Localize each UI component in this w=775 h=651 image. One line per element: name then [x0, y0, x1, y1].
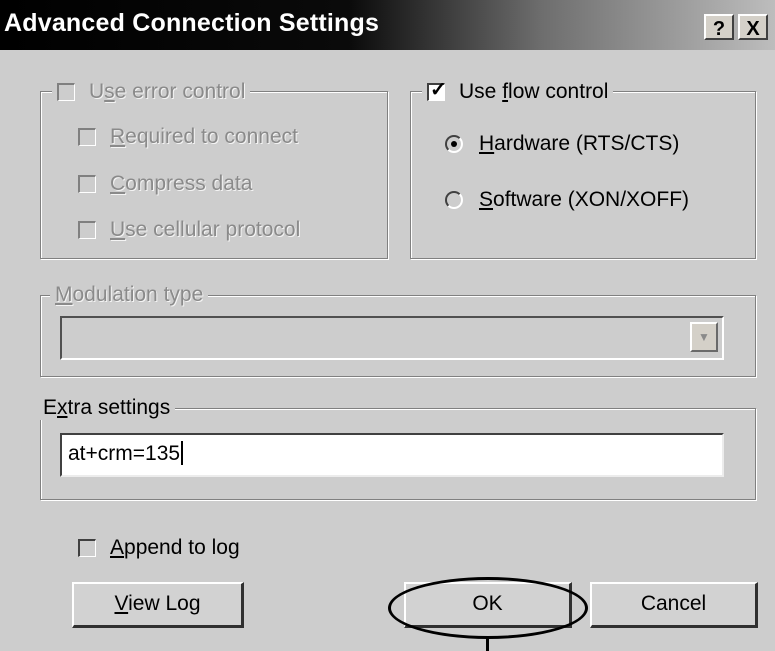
help-button[interactable]: ?: [704, 14, 734, 40]
extra-settings-label: Extra settings: [38, 396, 176, 420]
software-radio[interactable]: [445, 191, 463, 209]
check-icon: ✓: [430, 79, 447, 101]
use-error-control-checkbox[interactable]: [57, 83, 75, 101]
modulation-type-dropdown[interactable]: ▼: [60, 316, 724, 360]
compress-data-label: Compress data: [110, 172, 253, 195]
text-caret: [181, 441, 184, 465]
use-cellular-protocol-label: Use cellular protocol: [110, 218, 301, 241]
modulation-type-label: Modulation type: [50, 283, 209, 307]
use-flow-control-label: Use flow control: [459, 80, 609, 103]
append-to-log-label: Append to log: [110, 536, 240, 559]
title-bar[interactable]: Advanced Connection Settings ? X: [0, 0, 775, 50]
hardware-radio[interactable]: [445, 135, 463, 153]
use-error-control-label: Use error control: [89, 80, 246, 103]
chevron-down-icon[interactable]: ▼: [690, 322, 718, 352]
extra-settings-input[interactable]: at+crm=135: [60, 433, 724, 477]
hardware-radio-label: Hardware (RTS/CTS): [479, 132, 680, 155]
use-cellular-protocol-checkbox[interactable]: [78, 221, 96, 239]
window-title: Advanced Connection Settings: [4, 9, 380, 37]
view-log-button[interactable]: View Log: [72, 582, 244, 628]
use-flow-control-checkbox[interactable]: ✓: [427, 79, 447, 101]
highlight-pointer-line: [486, 638, 489, 651]
compress-data-checkbox[interactable]: [78, 175, 96, 193]
required-to-connect-checkbox[interactable]: [78, 128, 96, 146]
extra-settings-value: at+crm=135: [68, 442, 181, 465]
close-button[interactable]: X: [738, 14, 768, 40]
cancel-button[interactable]: Cancel: [590, 582, 758, 628]
highlight-ellipse: [388, 577, 588, 639]
software-radio-label: Software (XON/XOFF): [479, 188, 690, 211]
advanced-connection-settings-dialog: Advanced Connection Settings ? X Use err…: [0, 0, 775, 651]
append-to-log-checkbox[interactable]: [78, 539, 96, 557]
required-to-connect-label: Required to connect: [110, 125, 298, 148]
radio-dot-icon: [451, 141, 457, 147]
flow-control-group: [410, 91, 756, 259]
